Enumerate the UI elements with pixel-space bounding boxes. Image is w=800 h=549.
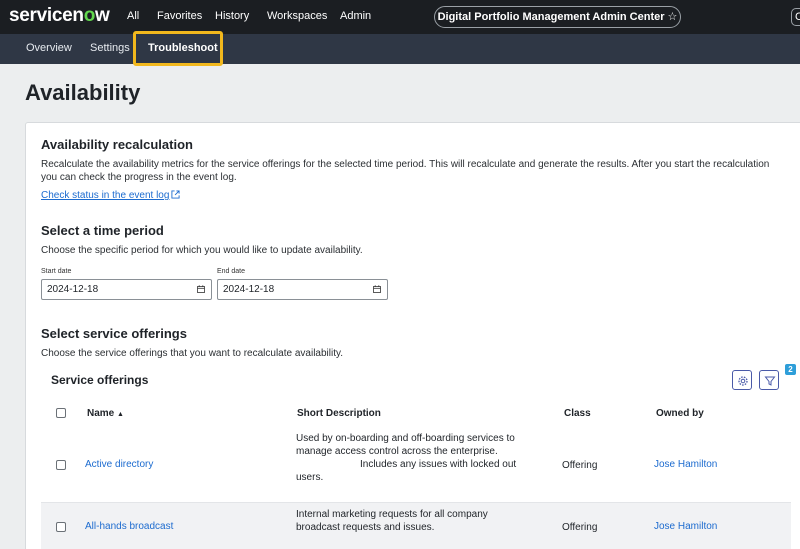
favorite-star-icon[interactable]: ☆ [668,11,678,23]
description-line: manage access control across the enterpr… [296,446,498,457]
time-period-heading: Select a time period [41,223,164,238]
start-date-value: 2024-12-18 [47,284,99,295]
event-log-link-label: Check status in the event log [41,190,170,201]
start-date-label: Start date [41,268,72,275]
offering-short-description: Used by on-boarding and off-boarding ser… [296,432,546,484]
offerings-heading: Select service offerings [41,326,187,341]
recalc-heading: Availability recalculation [41,137,193,152]
nav-workspaces[interactable]: Workspaces [267,10,327,22]
offering-class: Offering [562,460,598,471]
servicenow-logo[interactable]: servicenow [9,5,110,27]
column-owned-by-header[interactable]: Owned by [656,408,704,419]
column-name-header[interactable]: Name ▲ [87,408,124,419]
active-tab-highlight [133,31,223,66]
description-line: Internal marketing requests for all comp… [296,509,488,520]
time-period-description: Choose the specific period for which you… [41,245,363,256]
owner-link[interactable]: Jose Hamilton [654,459,717,470]
gear-icon [738,376,748,386]
filter-icon [764,376,776,386]
start-date-input[interactable]: 2024-12-18 [41,279,212,300]
filter-count-badge: 2 [785,364,796,375]
top-nav-bar: servicenow All Favorites History Workspa… [0,0,800,34]
description-line: users. [296,472,324,483]
tab-settings[interactable]: Settings [90,42,130,54]
description-line: Includes any issues with locked out [360,459,517,470]
recalc-description-line1: Recalculate the availability metrics for… [41,159,770,170]
offering-name-link[interactable]: All-hands broadcast [85,521,173,532]
offering-short-description: Internal marketing requests for all comp… [296,508,546,534]
page-title: Availability [25,80,141,105]
end-date-label: End date [217,268,246,275]
column-class-header[interactable]: Class [564,408,591,419]
settings-button[interactable] [732,370,752,390]
end-date-input[interactable]: 2024-12-18 [217,279,388,300]
filter-button[interactable] [759,370,779,390]
nav-admin[interactable]: Admin [340,10,371,22]
offerings-description: Choose the service offerings that you wa… [41,348,344,359]
tab-overview[interactable]: Overview [26,42,72,54]
app-title-pill[interactable]: Digital Portfolio Management Admin Cente… [434,6,681,28]
column-short-description-header[interactable]: Short Description [297,408,381,419]
recalc-description-line2: you can check the progress in the event … [41,172,237,183]
description-line: broadcast requests and issues. [296,522,435,533]
nav-history[interactable]: History [215,10,249,22]
select-all-checkbox[interactable] [56,408,66,418]
calendar-icon[interactable] [373,285,381,293]
row-checkbox[interactable] [56,460,66,470]
offering-class: Offering [562,522,598,533]
event-log-link[interactable]: Check status in the event log [41,190,180,201]
recalc-description: Recalculate the availability metrics for… [41,158,800,184]
nav-right-button[interactable]: C [791,8,800,26]
column-name-label: Name [87,408,115,419]
sort-ascending-icon: ▲ [117,411,124,418]
row-checkbox[interactable] [56,522,66,532]
service-offerings-title: Service offerings [51,373,149,387]
calendar-icon[interactable] [197,285,205,293]
app-title: Digital Portfolio Management Admin Cente… [437,11,665,23]
offering-name-link[interactable]: Active directory [85,459,153,470]
sub-nav-bar: Overview Settings Troubleshoot [0,34,800,64]
nav-all[interactable]: All [127,10,139,22]
nav-favorites[interactable]: Favorites [157,10,202,22]
description-line: Used by on-boarding and off-boarding ser… [296,433,515,444]
owner-link[interactable]: Jose Hamilton [654,521,717,532]
external-link-icon [171,190,180,199]
end-date-value: 2024-12-18 [223,284,275,295]
